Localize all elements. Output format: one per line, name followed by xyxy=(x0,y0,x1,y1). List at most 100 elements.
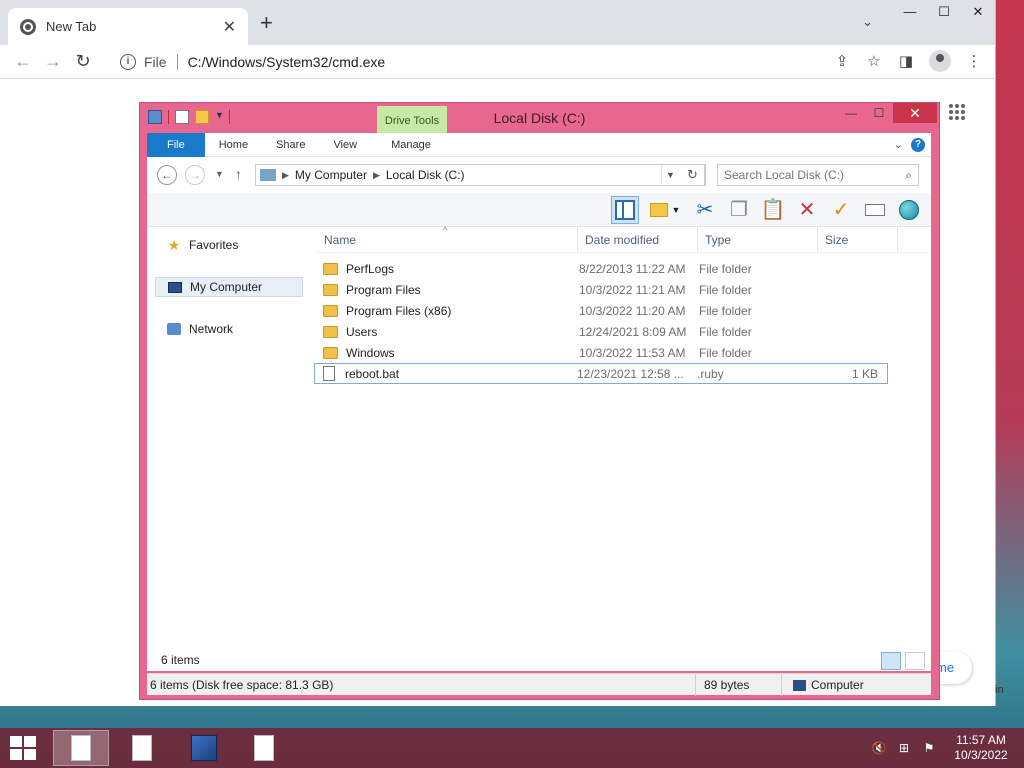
status-bar: 6 items (Disk free space: 81.3 GB) 89 by… xyxy=(147,673,931,696)
explorer-search-box[interactable]: ⌕ xyxy=(717,164,919,186)
status-location-label: Computer xyxy=(811,678,864,692)
address-dropdown-icon[interactable]: ▼ xyxy=(661,165,679,185)
column-name[interactable]: Name xyxy=(317,227,578,252)
status-divider xyxy=(695,674,696,696)
recent-locations-dropdown-icon[interactable]: ▼ xyxy=(215,169,224,179)
tab-home[interactable]: Home xyxy=(205,133,262,157)
item-count-bar: 6 items xyxy=(147,651,931,671)
checkmark-icon[interactable]: ✓ xyxy=(827,196,855,224)
command-bar: ▼ ✂ ❐ 📋 ✕ ✓ xyxy=(147,193,931,227)
new-tab-button[interactable]: + xyxy=(260,12,273,34)
explorer-close-button[interactable]: ✕ xyxy=(893,103,937,123)
tab-close-icon[interactable]: ✕ xyxy=(223,17,236,37)
globe-icon xyxy=(899,199,919,220)
preview-pane-button[interactable] xyxy=(611,195,639,224)
rename-button[interactable] xyxy=(861,196,889,224)
breadcrumb-chevron-icon[interactable]: ▶ xyxy=(282,170,289,181)
document-icon xyxy=(132,735,152,761)
file-row-users[interactable]: Users 12/24/2021 8:09 AM File folder xyxy=(317,321,884,342)
tab-strip: New Tab ✕ + ⌄ — ☐ ✕ xyxy=(0,0,995,45)
share-icon[interactable]: ⇪ xyxy=(833,52,851,70)
search-input[interactable] xyxy=(724,168,906,182)
network-status-icon[interactable]: ⊞ xyxy=(896,740,912,756)
taskbar-app-document-3[interactable] xyxy=(236,730,292,766)
tab-new-tab[interactable]: New Tab ✕ xyxy=(8,8,248,45)
file-row-program-files-x86[interactable]: Program Files (x86) 10/3/2022 11:20 AM F… xyxy=(317,300,884,321)
breadcrumb-chevron-icon[interactable]: ▶ xyxy=(373,170,380,181)
explorer-maximize-button[interactable]: ☐ xyxy=(865,103,893,123)
up-arrow-icon[interactable]: ↑ xyxy=(235,166,242,182)
search-icon[interactable]: ⌕ xyxy=(905,168,912,183)
folder-icon xyxy=(323,346,338,359)
file-row-perflogs[interactable]: PerfLogs 8/22/2013 11:22 AM File folder xyxy=(317,258,884,279)
computer-icon xyxy=(260,169,276,181)
explorer-back-button[interactable]: ← xyxy=(157,165,177,185)
explorer-title-bar[interactable]: ▼ Drive Tools Local Disk (C:) — ☐ ✕ xyxy=(140,103,939,136)
nav-item-network[interactable]: Network xyxy=(155,319,303,339)
organize-button[interactable]: ▼ xyxy=(645,196,685,224)
profile-avatar[interactable] xyxy=(929,50,951,72)
tab-share[interactable]: Share xyxy=(262,133,319,157)
copy-icon[interactable]: ❐ xyxy=(725,196,753,224)
file-date: 8/22/2013 11:22 AM xyxy=(579,261,686,276)
details-view-button[interactable] xyxy=(881,652,901,670)
close-button[interactable]: ✕ xyxy=(961,0,995,26)
apps-grid-icon[interactable] xyxy=(949,104,965,120)
explorer-address-bar[interactable]: ▶ My Computer ▶ Local Disk (C:) ▼ xyxy=(255,164,706,186)
help-icon[interactable]: ? xyxy=(911,137,925,152)
properties-button[interactable] xyxy=(895,196,923,224)
maximize-button[interactable]: ☐ xyxy=(927,0,961,26)
windows-start-icon[interactable] xyxy=(10,736,38,760)
nav-item-my-computer[interactable]: My Computer xyxy=(155,277,303,297)
action-center-flag-icon[interactable]: ⚑ xyxy=(921,740,937,756)
tab-search-chevron-icon[interactable]: ⌄ xyxy=(862,14,873,30)
folder-icon xyxy=(323,304,338,317)
file-row-reboot-bat[interactable]: reboot.bat 12/23/2021 12:58 ... .ruby 1 … xyxy=(314,363,888,384)
column-type[interactable]: Type xyxy=(698,227,818,252)
minimize-button[interactable]: — xyxy=(893,0,927,26)
volume-muted-icon[interactable]: 🔇 xyxy=(871,740,887,756)
toolbar-actions: ⇪ ☆ ◨ ⋮ xyxy=(833,50,983,72)
taskbar-app-network[interactable] xyxy=(176,730,232,766)
column-size[interactable]: Size xyxy=(818,227,898,252)
tab-manage[interactable]: Manage xyxy=(377,133,445,157)
folder-icon xyxy=(323,325,338,338)
delete-icon[interactable]: ✕ xyxy=(793,196,821,224)
cut-icon[interactable]: ✂ xyxy=(691,196,719,224)
bookmark-star-icon[interactable]: ☆ xyxy=(865,52,883,70)
breadcrumb-local-disk[interactable]: Local Disk (C:) xyxy=(386,168,465,182)
file-name: PerfLogs xyxy=(346,261,395,276)
taskbar-clock[interactable]: 11:57 AM 10/3/2022 xyxy=(946,733,1016,763)
column-date-modified[interactable]: Date modified xyxy=(578,227,698,252)
back-button[interactable]: ← xyxy=(8,51,38,72)
taskbar-app-document-2[interactable] xyxy=(114,730,170,766)
forward-button[interactable]: → xyxy=(38,51,68,72)
explorer-minimize-button[interactable]: — xyxy=(837,103,865,123)
rename-icon xyxy=(865,203,885,216)
explorer-forward-button[interactable]: → xyxy=(185,165,205,185)
url-text[interactable]: C:/Windows/System32/cmd.exe xyxy=(188,54,386,70)
folder-icon xyxy=(323,283,338,296)
explorer-body: ★ Favorites My Computer Network ^ Name D… xyxy=(147,225,931,667)
nav-item-favorites[interactable]: ★ Favorites xyxy=(155,235,303,255)
side-panel-icon[interactable]: ◨ xyxy=(897,52,915,70)
tab-file[interactable]: File xyxy=(147,132,205,157)
paste-icon[interactable]: 📋 xyxy=(759,196,787,224)
large-icons-view-button[interactable] xyxy=(905,652,925,670)
info-icon[interactable]: i xyxy=(120,54,136,70)
column-header-row: ^ Name Date modified Type Size xyxy=(317,225,931,253)
reload-button[interactable]: ↻ xyxy=(68,51,98,72)
file-row-program-files[interactable]: Program Files 10/3/2022 11:21 AM File fo… xyxy=(317,279,884,300)
taskbar-app-document-1[interactable] xyxy=(53,730,109,766)
tab-view[interactable]: View xyxy=(319,133,371,157)
menu-kebab-icon[interactable]: ⋮ xyxy=(965,52,983,70)
address-bar[interactable]: i File C:/Windows/System32/cmd.exe xyxy=(108,49,878,75)
file-type: File folder xyxy=(699,345,752,360)
file-row-windows[interactable]: Windows 10/3/2022 11:53 AM File folder xyxy=(317,342,884,363)
ribbon-expand-chevron-icon[interactable]: ⌄ xyxy=(894,138,911,151)
breadcrumb-my-computer[interactable]: My Computer xyxy=(295,168,367,182)
view-toggle xyxy=(881,652,925,670)
refresh-button[interactable]: ↻ xyxy=(681,164,705,186)
nav-label-my-computer: My Computer xyxy=(190,280,263,294)
file-name: Windows xyxy=(346,345,395,360)
